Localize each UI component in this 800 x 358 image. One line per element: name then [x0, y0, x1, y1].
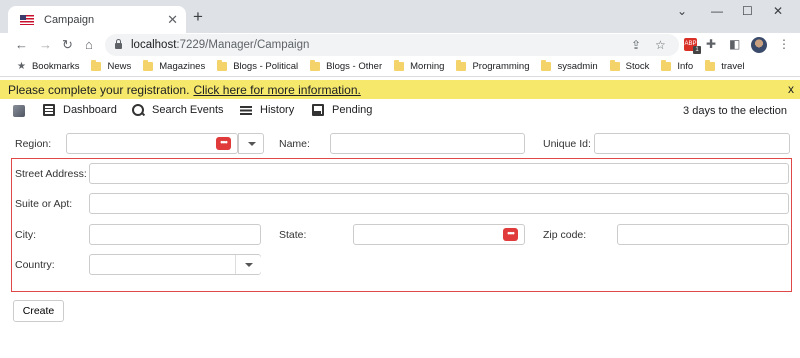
folder-icon — [705, 60, 716, 71]
lock-icon — [115, 39, 122, 49]
city-field[interactable] — [89, 224, 261, 245]
list-icon — [240, 104, 252, 116]
folder-icon — [217, 60, 228, 71]
create-button[interactable]: Create — [13, 300, 64, 322]
zip-code-input[interactable] — [618, 225, 788, 244]
folder-icon — [91, 60, 102, 71]
chevron-down-icon[interactable]: ⌄ — [677, 4, 687, 18]
banner-close-button[interactable]: x — [788, 82, 794, 96]
folder-icon — [661, 60, 672, 71]
city-input[interactable] — [90, 225, 260, 244]
bookmark-item[interactable]: Magazines — [143, 60, 205, 72]
menu-history[interactable]: History — [240, 104, 294, 116]
street-address-field[interactable] — [89, 163, 789, 184]
search-icon — [132, 104, 144, 116]
folder-icon — [143, 60, 154, 71]
menu-dashboard[interactable]: Dashboard — [43, 104, 117, 116]
bookmark-item[interactable]: travel — [705, 60, 744, 72]
bookmark-item[interactable]: Programming — [456, 60, 529, 72]
suite-field[interactable] — [89, 193, 789, 214]
browser-tab-strip: Campaign ✕ + ⌄ — ☐ ✕ — [0, 0, 800, 33]
banner-text: Please complete your registration. — [8, 82, 190, 97]
maximize-icon[interactable]: ☐ — [742, 4, 753, 18]
bookmark-item[interactable]: Info — [661, 60, 693, 72]
folder-icon — [456, 60, 467, 71]
name-input[interactable] — [331, 134, 524, 153]
profile-avatar[interactable] — [751, 37, 767, 53]
folder-icon — [310, 60, 321, 71]
extensions-puzzle-icon[interactable]: ✚ — [706, 37, 716, 51]
name-label: Name: — [279, 138, 310, 150]
menu-pending[interactable]: Pending — [312, 104, 372, 116]
unique-id-input[interactable] — [595, 134, 789, 153]
region-field[interactable]: ••• — [66, 133, 264, 154]
street-address-label: Street Address: — [15, 168, 87, 180]
reload-icon[interactable]: ↻ — [62, 37, 73, 53]
address-bar[interactable]: localhost:7229/Manager/Campaign ⇪ ☆ — [105, 34, 679, 56]
url-path: :7229/Manager/Campaign — [176, 39, 310, 51]
bookmark-item[interactable]: Blogs - Other — [310, 60, 382, 72]
app-menu-bar: Dashboard Search Events History Pending … — [0, 99, 800, 123]
region-input[interactable] — [67, 134, 237, 153]
tab-title: Campaign — [44, 13, 95, 26]
registration-info-link[interactable]: Click here for more information. — [193, 83, 360, 97]
forward-icon[interactable]: → — [39, 37, 52, 52]
browser-tab[interactable]: Campaign ✕ — [8, 6, 186, 33]
state-label: State: — [279, 229, 307, 241]
bookmark-item[interactable]: Morning — [394, 60, 444, 72]
bookmark-item[interactable]: Blogs - Political — [217, 60, 298, 72]
bookmark-item[interactable]: Stock — [609, 60, 649, 72]
country-field[interactable] — [89, 254, 261, 275]
zip-code-label: Zip code: — [543, 229, 587, 241]
minimize-icon[interactable]: — — [711, 4, 723, 18]
dashboard-icon — [43, 104, 55, 116]
folder-icon — [541, 60, 552, 71]
app-logo[interactable] — [13, 105, 25, 117]
folder-icon — [609, 60, 620, 71]
bookmark-item[interactable]: News — [91, 60, 131, 72]
country-dropdown-button[interactable] — [235, 255, 261, 274]
registration-banner: Please complete your registration. Click… — [0, 80, 800, 99]
bookmark-item[interactable]: ★ Bookmarks — [17, 61, 79, 72]
folder-icon — [394, 60, 405, 71]
city-label: City: — [15, 229, 36, 241]
bookmark-star-icon[interactable]: ☆ — [655, 38, 666, 52]
home-icon[interactable]: ⌂ — [85, 37, 93, 52]
region-dropdown-button[interactable] — [238, 133, 264, 154]
menu-search-events[interactable]: Search Events — [132, 104, 224, 116]
street-address-input[interactable] — [90, 164, 788, 183]
url-host: localhost — [131, 39, 177, 51]
bookmarks-bar: ★ Bookmarks News Magazines Blogs - Politi… — [0, 57, 800, 77]
us-flag-icon — [20, 14, 34, 25]
new-tab-icon[interactable]: + — [193, 7, 203, 27]
zip-code-field[interactable] — [617, 224, 789, 245]
share-icon[interactable]: ⇪ — [631, 38, 641, 52]
browser-toolbar: ← → ↻ ⌂ localhost:7229/Manager/Campaign … — [0, 33, 800, 57]
more-options-icon[interactable]: ••• — [216, 137, 231, 150]
state-input[interactable] — [354, 225, 524, 244]
close-window-icon[interactable]: ✕ — [773, 4, 783, 18]
country-label: Country: — [15, 259, 55, 271]
close-tab-icon[interactable]: ✕ — [167, 12, 178, 28]
suite-input[interactable] — [90, 194, 788, 213]
unique-id-label: Unique Id: — [543, 138, 591, 150]
more-menu-icon[interactable]: ⋮ — [778, 37, 790, 51]
state-field[interactable]: ••• — [353, 224, 525, 245]
bookmark-item[interactable]: sysadmin — [541, 60, 598, 72]
more-options-icon[interactable]: ••• — [503, 228, 518, 241]
name-field[interactable] — [330, 133, 525, 154]
inbox-icon — [312, 104, 324, 116]
election-countdown: 3 days to the election — [683, 105, 787, 117]
side-panel-icon[interactable]: ◧ — [729, 37, 740, 51]
region-label: Region: — [15, 138, 52, 150]
unique-id-field[interactable] — [594, 133, 790, 154]
back-icon[interactable]: ← — [15, 37, 28, 52]
extension-icon[interactable]: ABP 1 — [684, 38, 701, 54]
suite-label: Suite or Apt: — [15, 198, 73, 210]
star-icon: ★ — [17, 61, 26, 72]
